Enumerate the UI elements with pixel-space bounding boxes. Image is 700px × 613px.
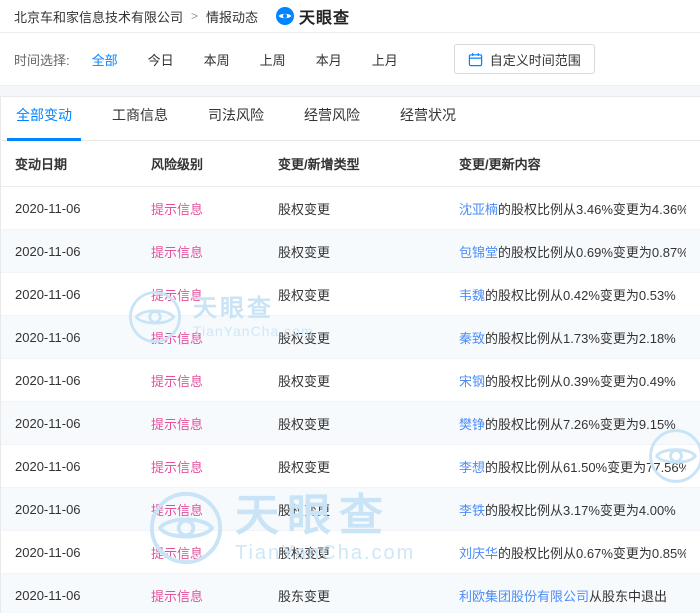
subject-link[interactable]: 包锦堂 [459,245,498,260]
table-row: 2020-11-06 提示信息 股权变更 沈亚楠的股权比例从3.46%变更为4.… [1,187,700,230]
row-date: 2020-11-06 [15,287,151,302]
risk-level-link[interactable]: 提示信息 [151,374,203,389]
subject-link[interactable]: 宋钢 [459,374,485,389]
row-date: 2020-11-06 [15,201,151,216]
changes-panel: 全部变动 工商信息 司法风险 经营风险 经营状况 变动日期 风险级别 变更/新增… [0,96,700,613]
row-date: 2020-11-06 [15,244,151,259]
table-row: 2020-11-06 提示信息 股权变更 宋钢的股权比例从0.39%变更为0.4… [1,359,700,402]
row-change-type: 股东变更 [278,586,459,605]
changes-table: 变动日期 风险级别 变更/新增类型 变更/更新内容 2020-11-06 提示信… [1,141,700,613]
header-change-content: 变更/更新内容 [459,154,686,173]
category-tabs: 全部变动 工商信息 司法风险 经营风险 经营状况 [1,97,700,141]
risk-level-link[interactable]: 提示信息 [151,288,203,303]
subject-link[interactable]: 刘庆华 [459,546,498,561]
time-filter-bar: 时间选择: 全部 今日 本周 上周 本月 上月 自定义时间范围 [0,33,700,85]
logo-text: 天眼查 [299,4,350,28]
subject-link[interactable]: 利欧集团股份有限公司 [459,589,589,604]
table-header-row: 变动日期 风险级别 变更/新增类型 变更/更新内容 [1,141,700,187]
top-bar: 北京车和家信息技术有限公司 > 情报动态 天眼查 [0,0,700,33]
custom-time-range-button[interactable]: 自定义时间范围 [454,44,595,74]
section-divider [0,85,700,96]
table-row: 2020-11-06 提示信息 股东变更 利欧集团股份有限公司从股东中退出 [1,574,700,613]
time-option-this-month[interactable]: 本月 [316,50,342,69]
table-row: 2020-11-06 提示信息 股权变更 秦致的股权比例从1.73%变更为2.1… [1,316,700,359]
change-detail-text: 的股权比例从0.69%变更为0.87% [498,245,686,260]
tab-judicial-risk[interactable]: 司法风险 [199,105,273,141]
subject-link[interactable]: 李想 [459,460,485,475]
eye-logo-icon [276,7,294,25]
breadcrumb: 北京车和家信息技术有限公司 > 情报动态 [14,7,258,26]
row-date: 2020-11-06 [15,416,151,431]
time-option-all[interactable]: 全部 [92,50,118,69]
table-row: 2020-11-06 提示信息 股权变更 韦魏的股权比例从0.42%变更为0.5… [1,273,700,316]
risk-level-link[interactable]: 提示信息 [151,503,203,518]
change-detail-text: 的股权比例从7.26%变更为9.15% [485,417,676,432]
change-detail-text: 从股东中退出 [589,589,667,604]
table-row: 2020-11-06 提示信息 股权变更 刘庆华的股权比例从0.67%变更为0.… [1,531,700,574]
change-detail-text: 的股权比例从0.67%变更为0.85% [498,546,686,561]
risk-level-link[interactable]: 提示信息 [151,589,203,604]
breadcrumb-current: 情报动态 [206,7,258,26]
change-detail-text: 的股权比例从61.50%变更为77.56% [485,460,686,475]
tab-operation-risk[interactable]: 经营风险 [295,105,369,141]
time-option-last-month[interactable]: 上月 [372,50,398,69]
row-date: 2020-11-06 [15,373,151,388]
time-option-this-week[interactable]: 本周 [204,50,230,69]
table-row: 2020-11-06 提示信息 股权变更 李铁的股权比例从3.17%变更为4.0… [1,488,700,531]
row-date: 2020-11-06 [15,502,151,517]
change-detail-text: 的股权比例从1.73%变更为2.18% [485,331,676,346]
table-row: 2020-11-06 提示信息 股权变更 樊铮的股权比例从7.26%变更为9.1… [1,402,700,445]
subject-link[interactable]: 秦致 [459,331,485,346]
breadcrumb-company-link[interactable]: 北京车和家信息技术有限公司 [14,7,183,26]
header-change-type: 变更/新增类型 [278,154,459,173]
risk-level-link[interactable]: 提示信息 [151,460,203,475]
row-change-type: 股权变更 [278,242,459,261]
breadcrumb-separator: > [191,9,198,23]
row-date: 2020-11-06 [15,545,151,560]
header-risk-level: 风险级别 [151,154,278,173]
table-row: 2020-11-06 提示信息 股权变更 李想的股权比例从61.50%变更为77… [1,445,700,488]
row-change-type: 股权变更 [278,500,459,519]
row-change-type: 股权变更 [278,285,459,304]
risk-level-link[interactable]: 提示信息 [151,202,203,217]
subject-link[interactable]: 韦魏 [459,288,485,303]
row-change-type: 股权变更 [278,414,459,433]
tab-business-info[interactable]: 工商信息 [103,105,177,141]
time-filter-label: 时间选择: [14,50,70,69]
row-change-type: 股权变更 [278,457,459,476]
custom-time-range-label: 自定义时间范围 [490,50,581,69]
risk-level-link[interactable]: 提示信息 [151,331,203,346]
tianyancha-logo[interactable]: 天眼查 [276,4,350,28]
risk-level-link[interactable]: 提示信息 [151,417,203,432]
time-option-today[interactable]: 今日 [148,50,174,69]
row-change-type: 股权变更 [278,543,459,562]
subject-link[interactable]: 沈亚楠 [459,202,498,217]
change-detail-text: 的股权比例从3.46%变更为4.36% [498,202,686,217]
subject-link[interactable]: 李铁 [459,503,485,518]
row-date: 2020-11-06 [15,588,151,603]
row-change-type: 股权变更 [278,328,459,347]
row-date: 2020-11-06 [15,459,151,474]
row-change-type: 股权变更 [278,199,459,218]
change-detail-text: 的股权比例从3.17%变更为4.00% [485,503,676,518]
table-row: 2020-11-06 提示信息 股权变更 包锦堂的股权比例从0.69%变更为0.… [1,230,700,273]
risk-level-link[interactable]: 提示信息 [151,546,203,561]
tab-all-changes[interactable]: 全部变动 [7,105,81,141]
change-detail-text: 的股权比例从0.42%变更为0.53% [485,288,676,303]
risk-level-link[interactable]: 提示信息 [151,245,203,260]
time-option-last-week[interactable]: 上周 [260,50,286,69]
row-change-type: 股权变更 [278,371,459,390]
page: 北京车和家信息技术有限公司 > 情报动态 天眼查 时间选择: 全部 今日 本周 … [0,0,700,613]
subject-link[interactable]: 樊铮 [459,417,485,432]
row-date: 2020-11-06 [15,330,151,345]
change-detail-text: 的股权比例从0.39%变更为0.49% [485,374,676,389]
tab-operation-status[interactable]: 经营状况 [391,105,465,141]
header-change-date: 变动日期 [15,154,151,173]
calendar-icon [468,52,483,67]
